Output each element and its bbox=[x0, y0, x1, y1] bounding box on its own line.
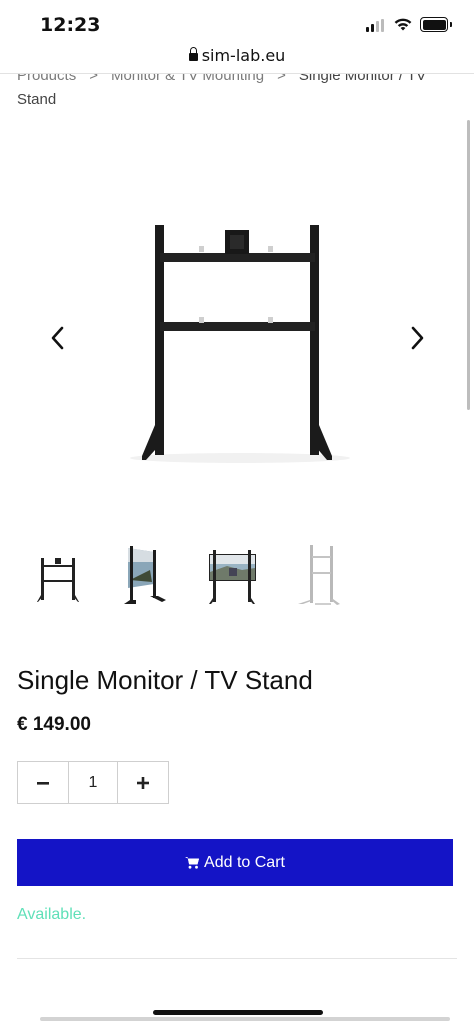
battery-icon bbox=[420, 17, 448, 32]
plus-icon bbox=[137, 776, 149, 789]
thumbnail-stand-silver-angle[interactable] bbox=[285, 540, 355, 610]
product-title: Single Monitor / TV Stand bbox=[17, 665, 313, 695]
availability-status: Available. bbox=[17, 906, 87, 923]
home-indicator[interactable] bbox=[153, 1010, 323, 1015]
status-bar: 12:23 bbox=[0, 0, 474, 48]
product-price: € 149.00 bbox=[17, 714, 91, 735]
status-time: 12:23 bbox=[40, 14, 101, 36]
url-divider bbox=[0, 73, 474, 74]
wifi-icon bbox=[394, 18, 412, 31]
thumbnail-stand-black-front[interactable] bbox=[23, 540, 93, 610]
product-gallery bbox=[0, 150, 474, 510]
section-divider bbox=[17, 958, 457, 959]
quantity-input[interactable]: 1 bbox=[68, 762, 118, 803]
signal-icon bbox=[366, 19, 384, 32]
shopping-cart-icon bbox=[185, 857, 200, 869]
chevron-left-icon[interactable] bbox=[48, 325, 68, 351]
url-text: sim-lab.eu bbox=[201, 46, 286, 65]
lock-icon bbox=[188, 47, 198, 61]
thumbnail-stand-with-monitor-front[interactable] bbox=[197, 540, 267, 610]
horizontal-scrollbar[interactable] bbox=[40, 1017, 450, 1021]
add-to-cart-button[interactable]: Add to Cart bbox=[17, 839, 453, 886]
chevron-right-icon[interactable] bbox=[407, 325, 427, 351]
url-bar[interactable]: sim-lab.eu bbox=[0, 46, 474, 70]
minus-icon bbox=[37, 781, 49, 785]
quantity-stepper: 1 bbox=[17, 761, 169, 804]
decrease-quantity-button[interactable] bbox=[18, 762, 68, 803]
battery-tip bbox=[450, 22, 452, 27]
add-to-cart-label: Add to Cart bbox=[204, 853, 285, 871]
product-image[interactable] bbox=[120, 220, 360, 470]
thumbnail-strip bbox=[0, 540, 474, 620]
increase-quantity-button[interactable] bbox=[118, 762, 168, 803]
thumbnail-stand-with-monitor-angle[interactable] bbox=[110, 540, 180, 610]
